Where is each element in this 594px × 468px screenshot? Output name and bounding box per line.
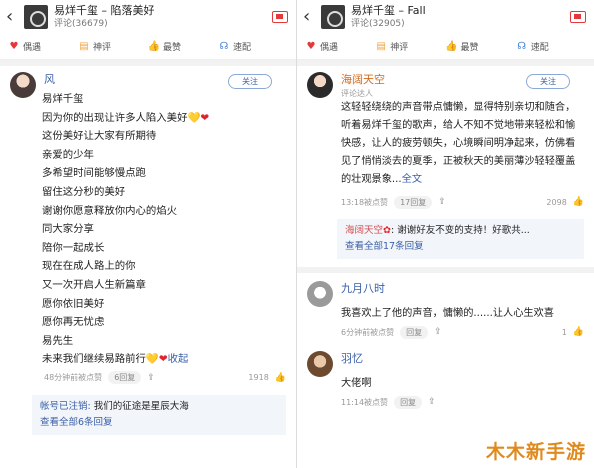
view-all-replies[interactable]: 查看全部17条回复 (345, 239, 576, 255)
avatar[interactable] (307, 351, 333, 377)
reply-button[interactable]: 17回复 (394, 195, 433, 209)
user-tag: 评论达人 (341, 89, 373, 98)
match-icon: ☊ (517, 41, 527, 52)
tab-top[interactable]: 👍 最赞 (445, 40, 516, 53)
avatar[interactable] (307, 281, 333, 307)
avatar[interactable] (10, 72, 36, 98)
tab-god-comment[interactable]: ▤ 神评 (375, 40, 445, 53)
reply-button[interactable]: 6回复 (108, 371, 142, 385)
tab-god-comment[interactable]: ▤ 神评 (78, 40, 148, 53)
left-header: ‹ 易烊千玺 – 陷落美好 评论(36679) (0, 0, 296, 34)
like-count: 1 (561, 327, 567, 337)
yellow-heart-icon: 💛 (187, 111, 201, 124)
song-cover (24, 5, 48, 29)
share-icon[interactable]: ⇪ (428, 397, 436, 407)
reply-author[interactable]: 帐号已注销: (40, 401, 91, 412)
tab-encounter[interactable]: ♥ 偶遇 (8, 40, 78, 53)
song-cover (321, 5, 345, 29)
god-comment-icon: ▤ (376, 41, 386, 52)
comment-item: 羽忆 大佬啊 11:14被点赞 回复 ⇪ (297, 345, 594, 415)
red-heart-icon: ❤ (200, 111, 210, 124)
expand-link[interactable]: 全文 (402, 174, 422, 185)
collapse-link[interactable]: 收起 (168, 353, 189, 365)
watermark: 木木新手游 (485, 441, 586, 463)
thumbs-up-icon[interactable]: 👍 (275, 373, 286, 383)
tab-encounter[interactable]: ♥ 偶遇 (305, 40, 375, 53)
reply-preview[interactable]: 帐号已注销: 我们的征途是星辰大海 查看全部6条回复 (32, 394, 286, 435)
view-all-replies[interactable]: 查看全部6条回复 (40, 415, 278, 431)
follow-button[interactable]: 关注 (228, 74, 272, 89)
encounter-icon: ♥ (9, 41, 19, 52)
reply-preview[interactable]: 海阔天空✿: 谢谢好友不变的支持！好歌共... 查看全部17条回复 (337, 219, 584, 259)
avatar[interactable] (307, 72, 333, 98)
yellow-heart-icon: 💛 (145, 353, 159, 366)
god-comment-icon: ▤ (79, 41, 89, 52)
comment-body: 易烊千玺 因为你的出现让许多人陷入美好💛❤ 这份美好让大家有所期待 亲爱的少年 … (42, 93, 210, 366)
comment-meta: 11:14被点赞 回复 ⇪ (341, 395, 436, 409)
right-panel: ‹ 易烊千玺 – Fall 评论(32905) ♥ 偶遇 ▤ 神评 👍 最赞 ☊ 速配 … (297, 0, 594, 468)
share-icon[interactable]: ⇪ (434, 327, 442, 337)
comment-count: 评论(36679) (54, 19, 108, 29)
share-icon[interactable]: ⇪ (438, 197, 446, 207)
left-panel: ‹ 易烊千玺 – 陷落美好 评论(36679) ♥ 偶遇 ▤ 神评 👍 最赞 ☊ 速配 … (0, 0, 297, 468)
thumbs-up-icon[interactable]: 👍 (573, 327, 584, 337)
thumbs-up-icon: 👍 (445, 41, 458, 52)
comment-item: 九月八时 我喜欢上了他的声音，慵懒的......让人心生欢喜 6分钟前被点赞 回… (297, 273, 594, 345)
comment-count: 评论(32905) (351, 19, 405, 29)
follow-button[interactable]: 关注 (526, 74, 570, 89)
tab-match[interactable]: ☊ 速配 (516, 40, 586, 53)
right-header: ‹ 易烊千玺 – Fall 评论(32905) (297, 0, 594, 34)
tab-match[interactable]: ☊ 速配 (218, 40, 288, 53)
thumbs-up-icon[interactable]: 👍 (573, 197, 584, 207)
comment-body: 这轻轻绕绕的声音带点慵懒，显得特别亲切和随合，听着易烊千玺的歌声，给人不知不觉地… (341, 102, 576, 185)
thumbs-up-icon: 👍 (147, 41, 161, 52)
comment-meta: 48分钟前被点赞 6回复 ⇪ 1918 👍 (44, 371, 286, 385)
comment-author[interactable]: 羽忆 (341, 351, 584, 367)
song-title: 易烊千玺 – 陷落美好 (54, 4, 155, 17)
comment-item: 风 关注 易烊千玺 因为你的出现让许多人陷入美好💛❤ 这份美好让大家有所期待 亲… (0, 66, 296, 391)
match-icon: ☊ (219, 41, 229, 52)
reply-button[interactable]: 回复 (400, 325, 429, 339)
back-icon[interactable]: ‹ (6, 8, 20, 26)
comment-body: 我喜欢上了他的声音，慵懒的......让人心生欢喜 (341, 308, 554, 319)
comment-meta: 13:18被点赞 17回复 ⇪ 2098 👍 (341, 195, 584, 209)
like-count: 1918 (248, 373, 269, 383)
comment-item: 海阔天空 评论达人 关注 这轻轻绕绕的声音带点慵懒，显得特别亲切和随合，听着易烊… (297, 66, 594, 215)
tv-icon[interactable] (272, 11, 288, 23)
comment-meta: 6分钟前被点赞 回复 ⇪ 1 👍 (341, 325, 584, 339)
back-icon[interactable]: ‹ (303, 8, 317, 26)
badge-icon: ✿ (383, 225, 391, 236)
comment-author[interactable]: 九月八时 (341, 281, 584, 297)
filter-tabs: ♥ 偶遇 ▤ 神评 👍 最赞 ☊ 速配 (297, 34, 594, 60)
red-heart-icon: ❤ (158, 353, 168, 366)
comment-body: 大佬啊 (341, 378, 372, 389)
like-count: 2098 (546, 197, 567, 207)
reply-button[interactable]: 回复 (394, 395, 423, 409)
reply-author[interactable]: 海阔天空 (345, 225, 383, 236)
filter-tabs: ♥ 偶遇 ▤ 神评 👍 最赞 ☊ 速配 (0, 34, 296, 60)
encounter-icon: ♥ (306, 41, 316, 52)
song-title: 易烊千玺 – Fall (351, 4, 426, 17)
tab-top[interactable]: 👍 最赞 (148, 40, 218, 53)
share-icon[interactable]: ⇪ (147, 373, 155, 383)
tv-icon[interactable] (570, 11, 586, 23)
